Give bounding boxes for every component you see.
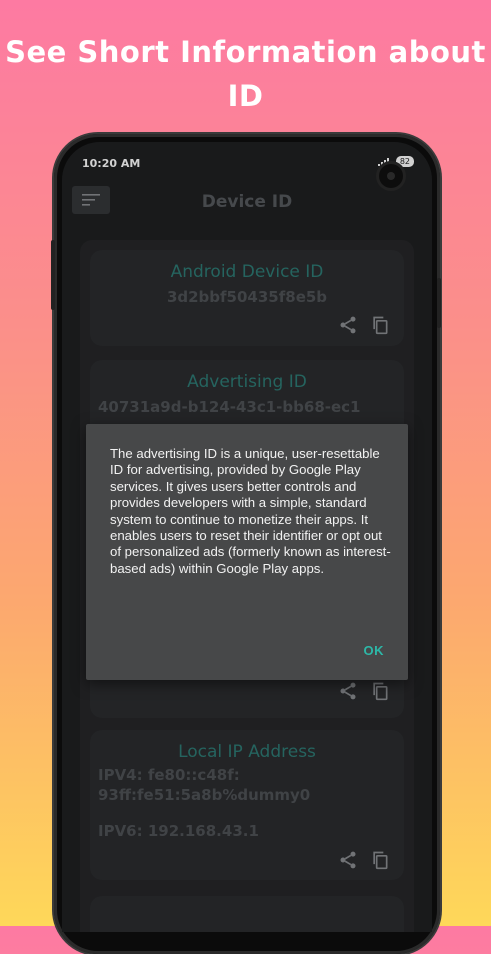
- ok-button[interactable]: OK: [364, 643, 385, 658]
- promo-title-line1: See Short Information about: [5, 35, 486, 69]
- power-button: [437, 278, 441, 328]
- info-dialog: The advertising ID is a unique, user-res…: [86, 424, 408, 680]
- promo-title: See Short Information about ID: [0, 30, 491, 118]
- dialog-message: The advertising ID is a unique, user-res…: [110, 446, 391, 576]
- volume-button: [51, 240, 55, 310]
- phone-screen: 10:20 AM 82 Device ID Android Device ID …: [62, 142, 432, 932]
- promo-title-line2: ID: [227, 79, 264, 113]
